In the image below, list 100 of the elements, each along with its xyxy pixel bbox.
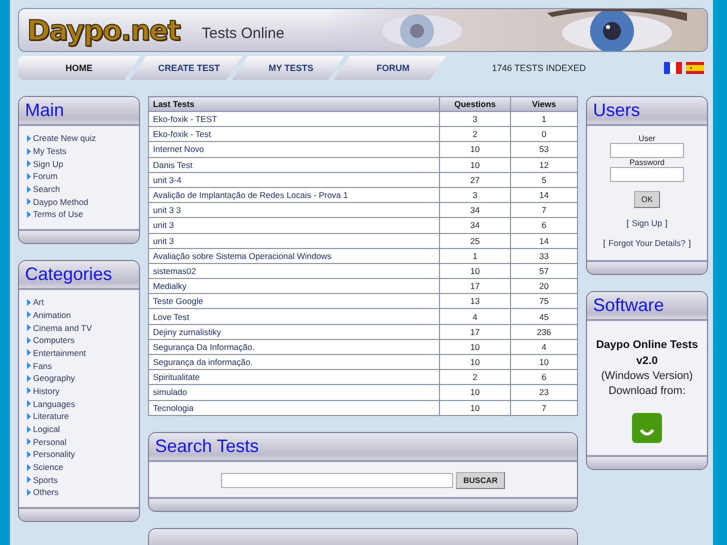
tests-count: 1746 TESTS INDEXED	[492, 63, 586, 73]
bracket: [	[603, 238, 606, 248]
test-link[interactable]: Medialky	[148, 278, 440, 294]
search-field[interactable]	[221, 472, 454, 488]
table-cell: 3	[440, 187, 510, 203]
sidebar-link[interactable]: Animation	[33, 310, 71, 320]
sidebar-link[interactable]: My Tests	[33, 146, 66, 156]
sidebar-link[interactable]: Daypo Method	[33, 196, 88, 207]
test-link[interactable]: unit 3 3	[148, 202, 440, 218]
bracket: ]	[688, 238, 691, 248]
table-cell: 1	[510, 112, 578, 127]
test-link[interactable]: Eko-foxik - Test	[148, 126, 440, 142]
test-link[interactable]: Avalição de Implantação de Redes Locais - Prova 1	[148, 187, 440, 203]
table-cell: 17	[440, 324, 510, 340]
table-cell: 10	[440, 157, 510, 172]
ok-button[interactable]: OK	[634, 191, 660, 208]
table-cell: 12	[510, 157, 578, 172]
sidebar-link[interactable]: Create New quiz	[33, 133, 96, 144]
link[interactable]: Forgot Your Details?	[608, 238, 686, 248]
sidebar-link[interactable]: Personal	[33, 436, 67, 447]
download-text: Download from:	[608, 384, 686, 399]
table-cell: 7	[510, 202, 578, 218]
sidebar-link[interactable]: History	[33, 386, 60, 396]
table-cell: 10	[440, 400, 510, 416]
download-store-icon[interactable]	[632, 413, 662, 443]
sidebar-link[interactable]: Others	[33, 487, 59, 498]
sidebar-link[interactable]: Fans	[33, 360, 52, 371]
table-cell: 10	[510, 354, 578, 370]
sidebar-link[interactable]: Languages	[33, 398, 76, 409]
software-name: Daypo Online Tests v2.0	[595, 338, 699, 369]
table-cell: 25	[440, 233, 510, 248]
table-cell: 7	[510, 400, 578, 416]
test-link[interactable]: Segurança da informação.	[148, 354, 440, 370]
sidebar-link[interactable]: Cinema and TV	[33, 322, 92, 333]
bracket: [	[626, 218, 629, 228]
sidebar-link[interactable]: Science	[33, 462, 64, 472]
sidebar-link[interactable]: Logical	[33, 424, 60, 434]
table-cell: 2	[440, 126, 510, 142]
sidebar-link[interactable]: Geography	[33, 373, 76, 384]
table-cell: 14	[510, 187, 578, 203]
test-link[interactable]: unit 3	[148, 233, 440, 248]
sidebar-link[interactable]: Art	[33, 297, 44, 308]
test-link[interactable]: Eko-foxik - TEST	[148, 112, 440, 127]
panel-title: Categories	[25, 264, 112, 285]
table-cell: 53	[510, 142, 578, 158]
table-cell: 34	[440, 202, 510, 218]
nav-tab[interactable]: FORUM	[334, 56, 446, 80]
table-cell: 75	[510, 294, 578, 309]
sidebar-link[interactable]: Sports	[33, 474, 58, 485]
table-cell: 57	[510, 263, 578, 279]
field-label: Password	[629, 158, 665, 167]
panel-title: Software	[593, 295, 664, 316]
test-link[interactable]: sistemas02	[148, 263, 440, 279]
table-cell: 20	[510, 278, 578, 294]
test-link[interactable]: Spiritualitate	[148, 370, 440, 385]
test-link[interactable]: Dejiny zurnalistiky	[148, 324, 440, 340]
link[interactable]: Sign Up	[632, 218, 662, 228]
field-label: User	[638, 134, 656, 143]
test-link[interactable]: unit 3-4	[148, 172, 440, 188]
table-cell: 10	[440, 354, 510, 370]
nav-tab[interactable]: CREATE TEST	[130, 56, 242, 80]
sidebar-link[interactable]: Sign Up	[33, 158, 64, 169]
panel-title: Main	[25, 100, 64, 121]
table-cell: 45	[510, 308, 578, 324]
table-cell: 1	[440, 248, 510, 264]
test-link[interactable]: Teste Google	[148, 294, 440, 309]
nav-tab[interactable]: HOME	[18, 56, 140, 80]
test-link[interactable]: simulado	[148, 384, 440, 400]
sidebar-link[interactable]: Entertainment	[33, 348, 86, 358]
table-cell: 23	[510, 384, 578, 400]
sidebar-link[interactable]: Search	[33, 184, 60, 194]
table-cell: 4	[510, 339, 578, 354]
sidebar-link[interactable]: Literature	[33, 411, 69, 422]
table-cell: 6	[510, 370, 578, 385]
table-cell: 34	[440, 218, 510, 233]
sidebar-link[interactable]: Personality	[33, 449, 76, 460]
table-cell: 4	[440, 308, 510, 324]
user-field[interactable]	[610, 143, 684, 158]
nav-tab[interactable]: MY TESTS	[232, 56, 344, 80]
sidebar-link[interactable]: Computers	[33, 335, 75, 346]
test-link[interactable]: Tecnologia	[148, 400, 440, 416]
sidebar-link[interactable]: Terms of Use	[33, 209, 84, 220]
test-link[interactable]: Internet Novo	[148, 142, 440, 158]
flag-icon[interactable]	[686, 62, 704, 74]
test-link[interactable]: Danis Test	[148, 157, 440, 172]
table-cell: 10	[440, 384, 510, 400]
software-version: (Windows Version)	[601, 369, 693, 384]
test-link[interactable]: unit 3	[148, 218, 440, 233]
table-cell: 10	[440, 142, 510, 158]
column-header: Questions	[440, 96, 510, 112]
panel-title: Search Tests	[155, 436, 259, 457]
test-link[interactable]: Avaliação sobre Sistema Operacional Windows	[148, 248, 440, 264]
table-cell: 236	[510, 324, 578, 340]
flag-icon[interactable]	[664, 62, 682, 74]
sidebar-link[interactable]: Forum	[33, 171, 58, 182]
search-button[interactable]: BUSCAR	[456, 472, 505, 489]
test-link[interactable]: Segurança Da Informação.	[148, 339, 440, 354]
password-field[interactable]	[610, 167, 684, 182]
test-link[interactable]: Love Test	[148, 308, 440, 324]
tagline: Tests Online	[202, 24, 284, 42]
